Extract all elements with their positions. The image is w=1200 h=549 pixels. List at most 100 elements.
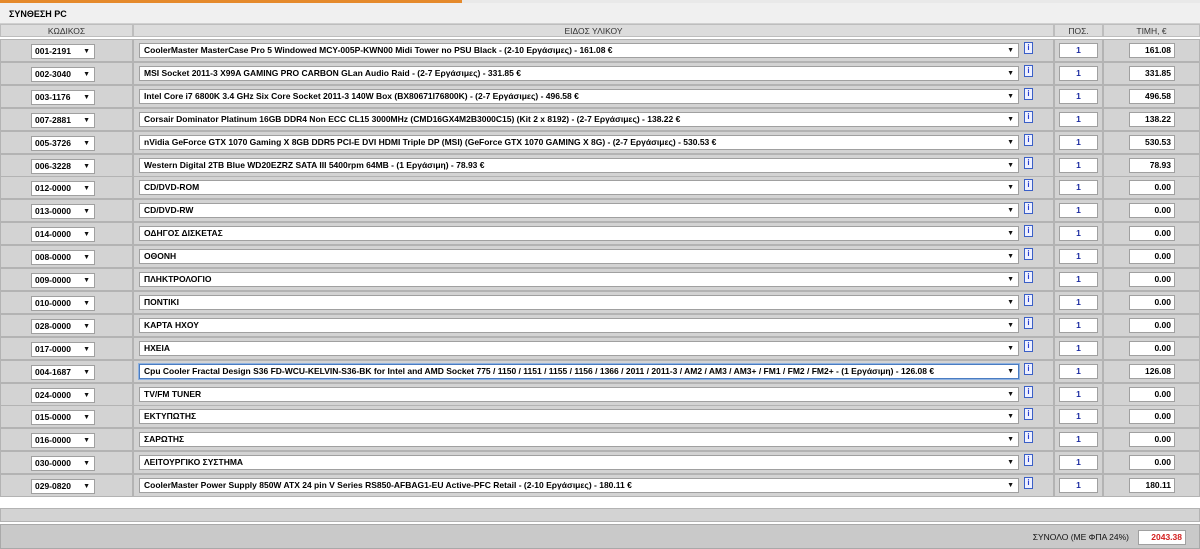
item-select[interactable]: ΟΘΟΝΗ ▼: [139, 249, 1019, 264]
info-icon[interactable]: i: [1024, 271, 1033, 283]
code-select[interactable]: 016-0000 ▼: [31, 433, 95, 448]
quantity-input[interactable]: 1: [1059, 158, 1098, 173]
item-select[interactable]: CoolerMaster MasterCase Pro 5 Windowed M…: [139, 43, 1019, 58]
quantity-input[interactable]: 1: [1059, 135, 1098, 150]
code-select[interactable]: 003-1176 ▼: [31, 90, 95, 105]
item-value: Corsair Dominator Platinum 16GB DDR4 Non…: [144, 114, 681, 124]
quantity-input[interactable]: 1: [1059, 432, 1098, 447]
item-select[interactable]: nVidia GeForce GTX 1070 Gaming X 8GB DDR…: [139, 135, 1019, 150]
code-select[interactable]: 010-0000 ▼: [31, 296, 95, 311]
item-select[interactable]: Corsair Dominator Platinum 16GB DDR4 Non…: [139, 112, 1019, 127]
item-select[interactable]: Intel Core i7 6800K 3.4 GHz Six Core Soc…: [139, 89, 1019, 104]
info-icon[interactable]: i: [1024, 408, 1033, 420]
info-icon[interactable]: i: [1024, 111, 1033, 123]
quantity-input[interactable]: 1: [1059, 180, 1098, 195]
item-select[interactable]: ΟΔΗΓΟΣ ΔΙΣΚΕΤΑΣ ▼: [139, 226, 1019, 241]
code-select[interactable]: 006-3228 ▼: [31, 159, 95, 174]
quantity-input[interactable]: 1: [1059, 318, 1098, 333]
info-icon[interactable]: i: [1024, 42, 1033, 54]
info-icon[interactable]: i: [1024, 363, 1033, 375]
item-select[interactable]: CD/DVD-RW ▼: [139, 203, 1019, 218]
quantity-input[interactable]: 1: [1059, 341, 1098, 356]
table-row: 008-0000 ▼ ΟΘΟΝΗ ▼ i 1 0.00: [0, 245, 1200, 268]
quantity-input[interactable]: 1: [1059, 89, 1098, 104]
quantity-input[interactable]: 1: [1059, 478, 1098, 493]
price-field: 0.00: [1129, 226, 1175, 241]
info-icon[interactable]: i: [1024, 386, 1033, 398]
price-field: 126.08: [1129, 364, 1175, 379]
quantity-input[interactable]: 1: [1059, 387, 1098, 402]
quantity-input[interactable]: 1: [1059, 66, 1098, 81]
code-select[interactable]: 030-0000 ▼: [31, 456, 95, 471]
total-bar: ΣΥΝΟΛΟ (ΜΕ ΦΠΑ 24%) 2043.38: [0, 524, 1200, 549]
code-select[interactable]: 024-0000 ▼: [31, 388, 95, 403]
code-cell: 010-0000 ▼: [0, 291, 133, 314]
code-select[interactable]: 015-0000 ▼: [31, 410, 95, 425]
item-select[interactable]: ΗΧΕΙΑ ▼: [139, 341, 1019, 356]
item-select[interactable]: Western Digital 2TB Blue WD20EZRZ SATA I…: [139, 158, 1019, 173]
item-select[interactable]: CD/DVD-ROM ▼: [139, 180, 1019, 195]
quantity-input[interactable]: 1: [1059, 272, 1098, 287]
item-select[interactable]: CoolerMaster Power Supply 850W ATX 24 pi…: [139, 478, 1019, 493]
code-select[interactable]: 002-3040 ▼: [31, 67, 95, 82]
quantity-input[interactable]: 1: [1059, 455, 1098, 470]
item-select[interactable]: Cpu Cooler Fractal Design S36 FD-WCU-KEL…: [139, 364, 1019, 379]
item-select[interactable]: ΣΑΡΩΤΗΣ ▼: [139, 432, 1019, 447]
info-icon[interactable]: i: [1024, 88, 1033, 100]
item-select[interactable]: ΚΑΡΤΑ ΗΧΟΥ ▼: [139, 318, 1019, 333]
code-select[interactable]: 014-0000 ▼: [31, 227, 95, 242]
info-icon[interactable]: i: [1024, 157, 1033, 169]
code-value: 005-3726: [35, 138, 71, 148]
info-icon[interactable]: i: [1024, 340, 1033, 352]
item-select[interactable]: ΠΛΗΚΤΡΟΛΟΓΙΟ ▼: [139, 272, 1019, 287]
code-value: 002-3040: [35, 69, 71, 79]
dropdown-arrow-icon: ▼: [83, 117, 90, 124]
quantity-input[interactable]: 1: [1059, 249, 1098, 264]
info-icon[interactable]: i: [1024, 454, 1033, 466]
quantity-input[interactable]: 1: [1059, 112, 1098, 127]
info-icon[interactable]: i: [1024, 477, 1033, 489]
price-field: 180.11: [1129, 478, 1175, 493]
item-select[interactable]: ΠΟΝΤΙΚΙ ▼: [139, 295, 1019, 310]
item-select[interactable]: ΕΚΤΥΠΩΤΗΣ ▼: [139, 409, 1019, 424]
quantity-input[interactable]: 1: [1059, 226, 1098, 241]
info-icon[interactable]: i: [1024, 431, 1033, 443]
info-icon[interactable]: i: [1024, 65, 1033, 77]
code-value: 030-0000: [35, 458, 71, 468]
item-select[interactable]: TV/FM TUNER ▼: [139, 387, 1019, 402]
info-icon[interactable]: i: [1024, 202, 1033, 214]
price-field: 496.58: [1129, 89, 1175, 104]
code-select[interactable]: 005-3726 ▼: [31, 136, 95, 151]
quantity-input[interactable]: 1: [1059, 203, 1098, 218]
code-select[interactable]: 009-0000 ▼: [31, 273, 95, 288]
code-select[interactable]: 017-0000 ▼: [31, 342, 95, 357]
code-select[interactable]: 008-0000 ▼: [31, 250, 95, 265]
info-icon[interactable]: i: [1024, 248, 1033, 260]
quantity-input[interactable]: 1: [1059, 295, 1098, 310]
item-select[interactable]: ΛΕΙΤΟΥΡΓΙΚΟ ΣΥΣΤΗΜΑ ▼: [139, 455, 1019, 470]
code-select[interactable]: 013-0000 ▼: [31, 204, 95, 219]
code-cell: 013-0000 ▼: [0, 199, 133, 222]
code-select[interactable]: 001-2191 ▼: [31, 44, 95, 59]
dropdown-arrow-icon: ▼: [83, 414, 90, 421]
info-icon[interactable]: i: [1024, 179, 1033, 191]
item-select[interactable]: MSI Socket 2011-3 X99A GAMING PRO CARBON…: [139, 66, 1019, 81]
code-select[interactable]: 007-2881 ▼: [31, 113, 95, 128]
quantity-input[interactable]: 1: [1059, 409, 1098, 424]
code-select[interactable]: 004-1687 ▼: [31, 365, 95, 380]
info-icon[interactable]: i: [1024, 225, 1033, 237]
code-value: 003-1176: [35, 92, 71, 102]
item-value: CoolerMaster Power Supply 850W ATX 24 pi…: [144, 480, 632, 490]
item-value: ΗΧΕΙΑ: [144, 343, 170, 353]
info-icon[interactable]: i: [1024, 317, 1033, 329]
code-select[interactable]: 028-0000 ▼: [31, 319, 95, 334]
quantity-input[interactable]: 1: [1059, 364, 1098, 379]
code-cell: 012-0000 ▼: [0, 176, 133, 199]
code-select[interactable]: 029-0820 ▼: [31, 479, 95, 494]
info-icon[interactable]: i: [1024, 294, 1033, 306]
code-cell: 024-0000 ▼: [0, 383, 133, 406]
info-icon[interactable]: i: [1024, 134, 1033, 146]
column-header-item: ΕΙΔΟΣ ΥΛΙΚΟΥ: [133, 24, 1054, 37]
code-select[interactable]: 012-0000 ▼: [31, 181, 95, 196]
quantity-input[interactable]: 1: [1059, 43, 1098, 58]
